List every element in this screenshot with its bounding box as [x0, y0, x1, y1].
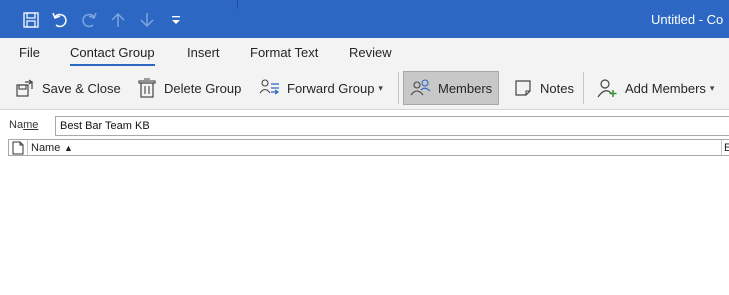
chevron-down-icon: ▾: [709, 82, 715, 93]
members-grid-header: Name ▲ E: [8, 139, 729, 156]
save-icon[interactable]: [20, 9, 42, 31]
customize-qat-icon[interactable]: [165, 9, 187, 31]
forward-group-button[interactable]: Forward Group ▾: [253, 71, 389, 105]
title-bar: Untitled - Co: [0, 0, 729, 38]
name-label: Name: [9, 119, 38, 131]
notes-icon: [512, 77, 534, 99]
column-divider[interactable]: [721, 140, 722, 155]
save-close-icon: [14, 77, 36, 99]
up-arrow-icon[interactable]: [107, 9, 129, 31]
ribbon-separator: [398, 72, 399, 104]
tab-contact-group[interactable]: Contact Group: [70, 45, 155, 67]
name-label-accesskey: me: [23, 119, 39, 131]
add-members-label: Add Members: [625, 80, 706, 96]
members-button[interactable]: Members: [403, 71, 500, 105]
add-person-icon: [597, 77, 619, 99]
save-close-label: Save & Close: [42, 80, 121, 96]
window-title: Untitled - Co: [651, 12, 724, 27]
title-divider: [237, 0, 238, 9]
redo-icon[interactable]: [78, 9, 100, 31]
column-divider[interactable]: [27, 140, 28, 155]
members-icon: [410, 77, 432, 99]
forward-group-label: Forward Group: [287, 80, 375, 96]
chevron-down-icon: ▾: [378, 82, 383, 93]
forward-icon: [259, 77, 281, 99]
document-icon[interactable]: [12, 141, 24, 155]
ribbon-separator: [583, 72, 584, 104]
members-label: Members: [438, 80, 493, 96]
name-row: Name: [0, 114, 729, 136]
tab-review[interactable]: Review: [349, 45, 392, 60]
delete-group-label: Delete Group: [164, 80, 242, 96]
delete-group-button[interactable]: Delete Group: [130, 71, 247, 105]
ribbon: Save & Close Delete Group Forward Group …: [0, 66, 729, 110]
tab-format-text[interactable]: Format Text: [250, 45, 318, 60]
tab-file[interactable]: File: [19, 45, 40, 60]
notes-label: Notes: [540, 80, 574, 96]
tab-insert[interactable]: Insert: [187, 45, 220, 60]
save-close-button[interactable]: Save & Close: [8, 71, 127, 105]
column-header-email[interactable]: E: [724, 142, 729, 154]
group-name-input[interactable]: [55, 116, 729, 136]
ribbon-tabs: File Contact Group Insert Format Text Re…: [0, 38, 729, 67]
column-header-name[interactable]: Name: [31, 142, 60, 154]
name-label-underlined: Na: [9, 119, 24, 131]
trash-icon: [136, 77, 158, 99]
add-members-button[interactable]: Add Members ▾: [591, 71, 720, 105]
undo-icon[interactable]: [49, 9, 71, 31]
sort-ascending-icon: ▲: [64, 143, 73, 153]
down-arrow-icon[interactable]: [136, 9, 158, 31]
notes-button[interactable]: Notes: [506, 71, 580, 105]
